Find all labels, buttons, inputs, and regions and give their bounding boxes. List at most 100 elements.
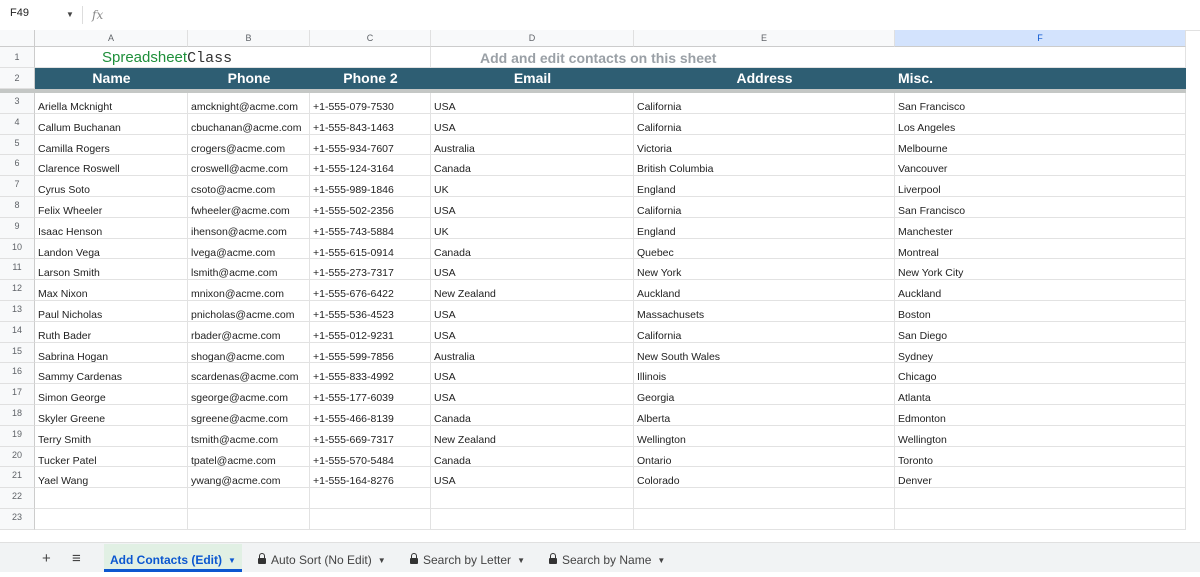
table-cell[interactable]: Denver bbox=[895, 467, 1186, 489]
table-cell[interactable]: USA bbox=[431, 363, 634, 385]
column-title-3[interactable]: Phone 2 bbox=[310, 68, 431, 89]
select-all-corner[interactable] bbox=[0, 30, 35, 47]
table-cell[interactable]: Vancouver bbox=[895, 155, 1186, 177]
table-cell[interactable]: csoto@acme.com bbox=[188, 176, 310, 197]
table-cell[interactable]: pnicholas@acme.com bbox=[188, 301, 310, 322]
sheet-tab-4[interactable]: Search by Name ▼ bbox=[543, 544, 671, 572]
title-row-cell[interactable] bbox=[310, 47, 431, 68]
table-cell[interactable]: +1-555-743-5884 bbox=[310, 217, 431, 239]
table-cell[interactable]: shogan@acme.com bbox=[188, 342, 310, 364]
table-cell[interactable] bbox=[895, 488, 1186, 509]
table-cell[interactable] bbox=[35, 509, 188, 530]
table-cell[interactable]: Sammy Cardenas bbox=[35, 363, 188, 385]
title-row-cell[interactable] bbox=[634, 47, 895, 68]
row-header-7[interactable]: 7 bbox=[0, 176, 35, 197]
table-cell[interactable]: +1-555-669-7317 bbox=[310, 425, 431, 447]
column-title-6[interactable]: Misc. bbox=[895, 68, 1186, 89]
row-header-9[interactable]: 9 bbox=[0, 217, 35, 239]
table-cell[interactable]: USA bbox=[431, 113, 634, 135]
table-cell[interactable]: +1-555-124-3164 bbox=[310, 155, 431, 177]
table-cell[interactable]: UK bbox=[431, 176, 634, 197]
table-cell[interactable]: Sabrina Hogan bbox=[35, 342, 188, 364]
table-cell[interactable]: New Zealand bbox=[431, 425, 634, 447]
table-cell[interactable] bbox=[188, 509, 310, 530]
table-cell[interactable]: Boston bbox=[895, 301, 1186, 322]
table-cell[interactable]: Toronto bbox=[895, 446, 1186, 468]
table-cell[interactable]: Edmonton bbox=[895, 405, 1186, 426]
table-cell[interactable]: Sydney bbox=[895, 342, 1186, 364]
table-cell[interactable]: British Columbia bbox=[634, 155, 895, 177]
row-header-21[interactable]: 21 bbox=[0, 467, 35, 489]
table-cell[interactable] bbox=[431, 488, 634, 509]
column-title-2[interactable]: Phone bbox=[188, 68, 310, 89]
table-cell[interactable]: Canada bbox=[431, 155, 634, 177]
table-cell[interactable]: tsmith@acme.com bbox=[188, 425, 310, 447]
row-header-14[interactable]: 14 bbox=[0, 321, 35, 343]
table-cell[interactable]: +1-555-934-7607 bbox=[310, 134, 431, 156]
column-header-e[interactable]: E bbox=[634, 30, 895, 47]
table-cell[interactable]: amcknight@acme.com bbox=[188, 93, 310, 114]
table-cell[interactable]: Callum Buchanan bbox=[35, 113, 188, 135]
table-cell[interactable] bbox=[310, 488, 431, 509]
row-header-3[interactable]: 3 bbox=[0, 93, 35, 114]
row-header-23[interactable]: 23 bbox=[0, 509, 35, 530]
table-cell[interactable]: lvega@acme.com bbox=[188, 238, 310, 260]
table-cell[interactable]: lsmith@acme.com bbox=[188, 259, 310, 281]
row-header-16[interactable]: 16 bbox=[0, 363, 35, 385]
table-cell[interactable]: Larson Smith bbox=[35, 259, 188, 281]
table-cell[interactable]: San Francisco bbox=[895, 93, 1186, 114]
table-cell[interactable]: San Diego bbox=[895, 321, 1186, 343]
row-header-18[interactable]: 18 bbox=[0, 405, 35, 426]
table-cell[interactable]: San Francisco bbox=[895, 197, 1186, 218]
table-cell[interactable]: Chicago bbox=[895, 363, 1186, 385]
table-cell[interactable]: Liverpool bbox=[895, 176, 1186, 197]
table-cell[interactable]: Quebec bbox=[634, 238, 895, 260]
row-header-19[interactable]: 19 bbox=[0, 425, 35, 447]
table-cell[interactable]: croswell@acme.com bbox=[188, 155, 310, 177]
table-cell[interactable]: USA bbox=[431, 384, 634, 405]
table-cell[interactable]: New Zealand bbox=[431, 280, 634, 301]
row-header-13[interactable]: 13 bbox=[0, 301, 35, 322]
table-cell[interactable]: Terry Smith bbox=[35, 425, 188, 447]
table-cell[interactable]: Clarence Roswell bbox=[35, 155, 188, 177]
column-title-1[interactable]: Name bbox=[35, 68, 188, 89]
table-cell[interactable]: +1-555-466-8139 bbox=[310, 405, 431, 426]
table-cell[interactable]: +1-555-079-7530 bbox=[310, 93, 431, 114]
table-cell[interactable]: Skyler Greene bbox=[35, 405, 188, 426]
table-cell[interactable]: Camilla Rogers bbox=[35, 134, 188, 156]
chevron-down-icon[interactable]: ▼ bbox=[657, 556, 665, 565]
row-header-1[interactable]: 1 bbox=[0, 47, 35, 68]
table-cell[interactable]: California bbox=[634, 93, 895, 114]
row-header-12[interactable]: 12 bbox=[0, 280, 35, 301]
table-cell[interactable]: USA bbox=[431, 197, 634, 218]
title-row-cell[interactable] bbox=[188, 47, 310, 68]
table-cell[interactable]: Canada bbox=[431, 238, 634, 260]
table-cell[interactable]: England bbox=[634, 176, 895, 197]
table-cell[interactable]: cbuchanan@acme.com bbox=[188, 113, 310, 135]
table-cell[interactable]: Ontario bbox=[634, 446, 895, 468]
table-cell[interactable] bbox=[310, 509, 431, 530]
table-cell[interactable]: Ruth Bader bbox=[35, 321, 188, 343]
add-sheet-icon[interactable]: + bbox=[42, 550, 51, 567]
table-cell[interactable]: Ariella Mcknight bbox=[35, 93, 188, 114]
table-cell[interactable]: +1-555-599-7856 bbox=[310, 342, 431, 364]
column-header-d[interactable]: D bbox=[431, 30, 634, 47]
table-cell[interactable]: +1-555-843-1463 bbox=[310, 113, 431, 135]
title-row-cell[interactable] bbox=[35, 47, 188, 68]
table-cell[interactable]: +1-555-012-9231 bbox=[310, 321, 431, 343]
row-header-2[interactable]: 2 bbox=[0, 68, 35, 89]
table-cell[interactable]: USA bbox=[431, 301, 634, 322]
table-cell[interactable]: scardenas@acme.com bbox=[188, 363, 310, 385]
table-cell[interactable] bbox=[188, 488, 310, 509]
table-cell[interactable]: +1-555-273-7317 bbox=[310, 259, 431, 281]
row-header-4[interactable]: 4 bbox=[0, 113, 35, 135]
table-cell[interactable]: Simon George bbox=[35, 384, 188, 405]
sheet-tab-3[interactable]: Search by Letter ▼ bbox=[404, 544, 531, 572]
table-cell[interactable]: mnixon@acme.com bbox=[188, 280, 310, 301]
row-header-15[interactable]: 15 bbox=[0, 342, 35, 364]
table-cell[interactable]: Yael Wang bbox=[35, 467, 188, 489]
table-cell[interactable]: California bbox=[634, 197, 895, 218]
title-row-cell[interactable] bbox=[895, 47, 1186, 68]
row-header-5[interactable]: 5 bbox=[0, 134, 35, 156]
chevron-down-icon[interactable]: ▼ bbox=[378, 556, 386, 565]
